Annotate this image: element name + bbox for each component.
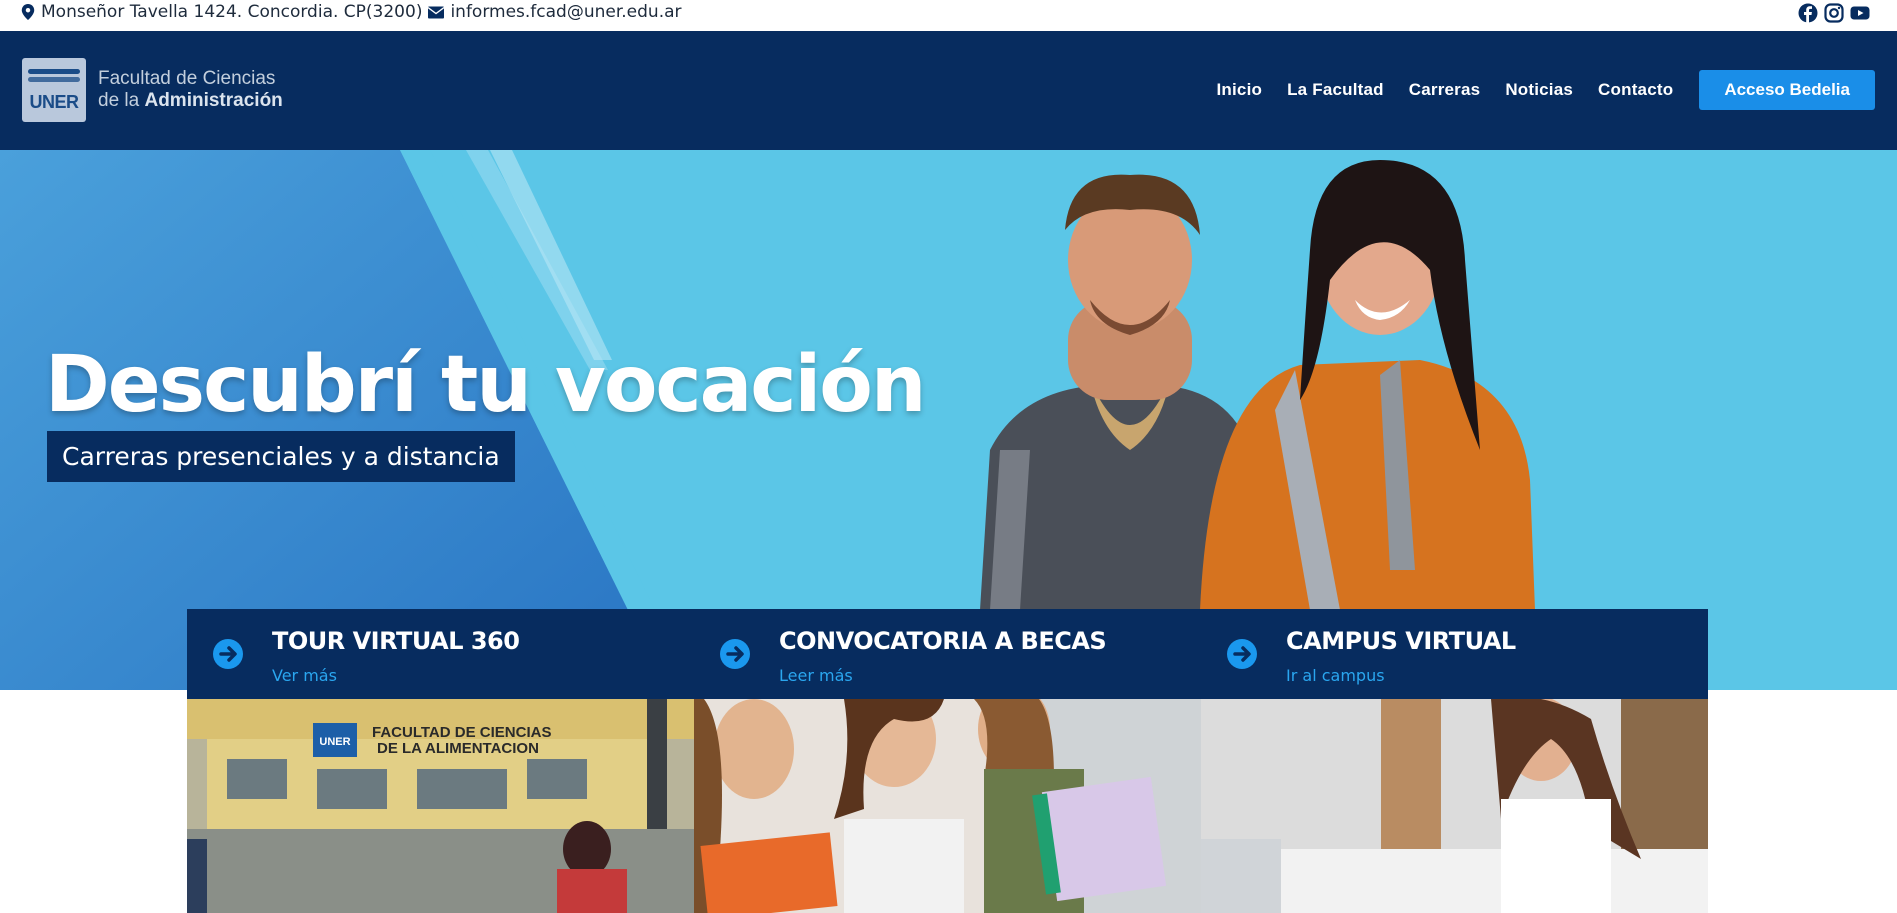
- logo-line-1: Facultad de Ciencias: [98, 68, 276, 89]
- building-sign-line2: DE LA ALIMENTACION: [377, 740, 539, 757]
- instagram-icon[interactable]: [1824, 3, 1844, 23]
- card-link[interactable]: Ver más: [272, 666, 337, 685]
- contact-info: Monseñor Tavella 1424. Concordia. CP(320…: [21, 2, 682, 22]
- card-title: CONVOCATORIA A BECAS: [779, 627, 1107, 655]
- nav-carreras[interactable]: Carreras: [1409, 80, 1481, 100]
- card-header: CAMPUS VIRTUAL Ir al campus: [1201, 609, 1708, 699]
- building-sign-badge: UNER: [319, 736, 350, 748]
- social-links: [1798, 3, 1870, 23]
- uner-logo-mark: UNER: [22, 58, 86, 122]
- top-info-bar: Monseñor Tavella 1424. Concordia. CP(320…: [0, 0, 1897, 31]
- arrow-right-icon: [213, 639, 243, 669]
- logo-wordmark: Facultad de Ciencias de la Administració…: [98, 68, 283, 112]
- card-title: CAMPUS VIRTUAL: [1286, 627, 1516, 655]
- card-link[interactable]: Leer más: [779, 666, 853, 685]
- building-photo: UNER FACULTAD DE CIENCIAS DE LA ALIMENTA…: [187, 699, 694, 913]
- card-header: CONVOCATORIA A BECAS Leer más: [694, 609, 1201, 699]
- arrow-right-icon: [1227, 639, 1257, 669]
- feature-cards: TOUR VIRTUAL 360 Ver más UNER FACULTAD D…: [187, 609, 1708, 913]
- card-campus-virtual[interactable]: CAMPUS VIRTUAL Ir al campus: [1201, 609, 1708, 913]
- nav-inicio[interactable]: Inicio: [1217, 80, 1263, 100]
- students-photo: [980, 160, 1535, 610]
- envelope-icon: [428, 6, 445, 18]
- card-tour-virtual[interactable]: TOUR VIRTUAL 360 Ver más UNER FACULTAD D…: [187, 609, 694, 913]
- card-link[interactable]: Ir al campus: [1286, 666, 1385, 685]
- arrow-right-icon: [720, 639, 750, 669]
- hero-tagline: Carreras presenciales y a distancia: [47, 431, 515, 482]
- address-text: Monseñor Tavella 1424. Concordia. CP(320…: [41, 2, 423, 22]
- building-sign-line1: FACULTAD DE CIENCIAS: [372, 724, 551, 741]
- email-link[interactable]: informes.fcad@uner.edu.ar: [450, 2, 681, 22]
- card-header: TOUR VIRTUAL 360 Ver más: [187, 609, 694, 699]
- hero-title: Descubrí tu vocación: [45, 340, 926, 430]
- logo-line-2: de la Administración: [98, 90, 283, 111]
- facebook-icon[interactable]: [1798, 3, 1818, 23]
- students-books-photo: [694, 699, 1201, 913]
- nav-la-facultad[interactable]: La Facultad: [1287, 80, 1384, 100]
- card-title: TOUR VIRTUAL 360: [272, 627, 520, 655]
- main-header: UNER Facultad de Ciencias de la Administ…: [0, 31, 1897, 150]
- card-convocatoria-becas[interactable]: CONVOCATORIA A BECAS Leer más: [694, 609, 1201, 913]
- youtube-icon[interactable]: [1850, 3, 1870, 23]
- nav-contacto[interactable]: Contacto: [1598, 80, 1673, 100]
- acceso-bedelia-button[interactable]: Acceso Bedelia: [1699, 70, 1875, 110]
- main-nav: Inicio La Facultad Carreras Noticias Con…: [1192, 70, 1875, 110]
- student-studying-photo: [1201, 699, 1708, 913]
- nav-noticias[interactable]: Noticias: [1505, 80, 1573, 100]
- map-pin-icon: [21, 4, 35, 20]
- faculty-logo[interactable]: UNER Facultad de Ciencias de la Administ…: [22, 58, 283, 122]
